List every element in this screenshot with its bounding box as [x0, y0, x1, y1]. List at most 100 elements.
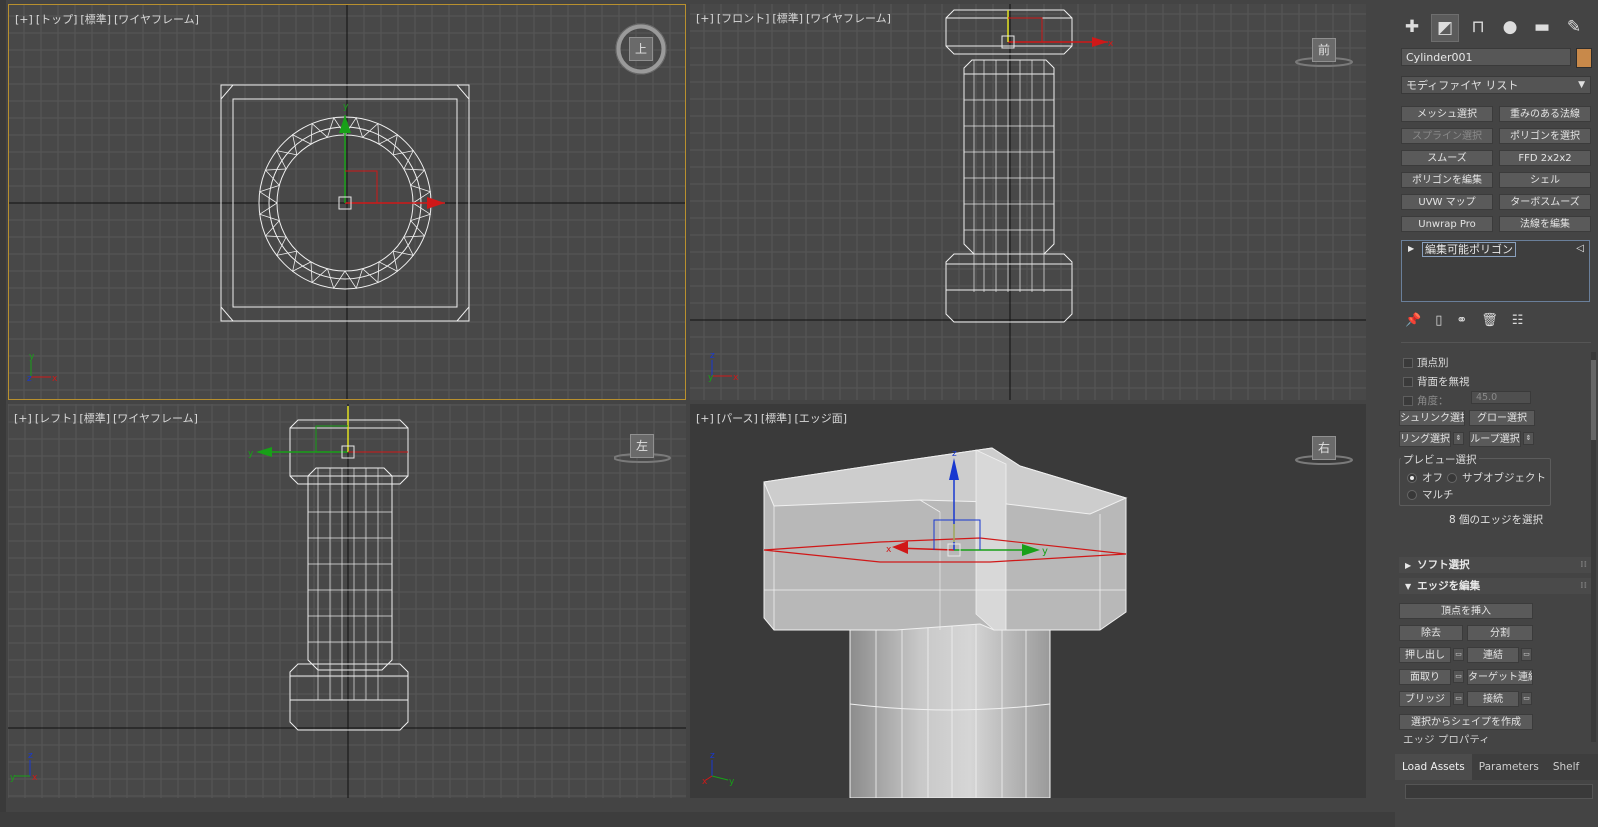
edge-properties-label: エッジ プロパティ — [1403, 734, 1490, 743]
view-cube-face[interactable]: 前 — [1312, 38, 1336, 62]
view-cube-face[interactable]: 左 — [630, 434, 654, 458]
svg-text:z: z — [27, 374, 32, 384]
modifier-button[interactable]: スプライン選択 — [1401, 128, 1493, 144]
viewport-left[interactable]: [+] [レフト] [標準] [ワイヤフレーム] y 左 z y x — [8, 404, 686, 798]
asset-field[interactable] — [1405, 784, 1593, 799]
panel-scrollbar[interactable] — [1591, 352, 1596, 742]
bridge-settings-icon[interactable]: ▭ — [1453, 692, 1464, 705]
modifier-button[interactable]: スムーズ — [1401, 150, 1493, 166]
soft-selection-rollout[interactable]: ▶ ソフト選択 ⁞⁞ — [1399, 557, 1591, 573]
make-unique-icon[interactable]: ⚭ — [1456, 313, 1467, 328]
svg-text:y: y — [1042, 546, 1048, 557]
modifier-button[interactable]: ターボスムーズ — [1499, 194, 1591, 210]
svg-text:z: z — [710, 351, 715, 361]
svg-text:y: y — [10, 773, 16, 783]
shrink-button[interactable]: シュリンク選択 — [1399, 410, 1465, 426]
pin-stack-icon[interactable]: 📌 — [1405, 313, 1421, 328]
ignore-backfacing-checkbox[interactable]: 背面を無視 — [1403, 374, 1470, 389]
svg-text:x: x — [52, 374, 58, 384]
command-panel-tabs: ✚ ◩ ⊓ ● ▬ ✎ — [1399, 14, 1595, 42]
modifier-button[interactable]: UVW マップ — [1401, 194, 1493, 210]
modifier-button[interactable]: シェル — [1499, 172, 1591, 188]
ring-button[interactable]: リング選択 — [1399, 431, 1451, 447]
modifier-buttons: メッシュ選択 重みのある法線 スプライン選択 ポリゴンを選択 スムーズ FFD 2x2x2… — [1401, 106, 1591, 232]
svg-text:x: x — [733, 373, 739, 383]
bridge-button[interactable]: ブリッジ — [1399, 691, 1451, 707]
modifier-list-dropdown[interactable]: モディファイヤ リスト ▼ — [1401, 76, 1591, 94]
modifier-button[interactable]: 法線を編集 — [1499, 216, 1591, 232]
viewport-left-label[interactable]: [+] [レフト] [標準] [ワイヤフレーム] — [14, 410, 201, 426]
viewport-perspective-label[interactable]: [+] [パース] [標準] [エッジ面] — [696, 410, 850, 426]
target-weld-button[interactable]: ターゲット連結 — [1467, 669, 1533, 685]
edit-edges-rollout[interactable]: ▼ エッジを編集 ⁞⁞ — [1399, 578, 1591, 594]
modify-icon[interactable]: ◩ — [1431, 14, 1459, 42]
object-name-field[interactable]: Cylinder001 — [1401, 48, 1571, 66]
svg-text:z: z — [28, 751, 33, 761]
bolt-top-wireframe: y — [220, 84, 470, 322]
left-edge-strip — [0, 0, 6, 827]
motion-icon[interactable]: ● — [1497, 14, 1523, 40]
extrude-button[interactable]: 押し出し — [1399, 647, 1451, 663]
expand-triangle-icon[interactable]: ▶ — [1408, 241, 1414, 257]
modifier-button[interactable]: FFD 2x2x2 — [1499, 150, 1591, 166]
view-cube-face[interactable]: 上 — [629, 37, 653, 61]
show-end-result-icon[interactable]: ▯ — [1435, 313, 1442, 328]
hierarchy-icon[interactable]: ⊓ — [1465, 14, 1491, 40]
modifier-button[interactable]: ポリゴンを編集 — [1401, 172, 1493, 188]
view-cube[interactable]: 右 — [1294, 436, 1354, 468]
viewport-front-label[interactable]: [+] [フロント] [標準] [ワイヤフレーム] — [696, 10, 894, 26]
subobject-indicator-icon: ◁ — [1576, 243, 1584, 254]
ring-spinner-icon[interactable]: ⇕ — [1453, 432, 1464, 445]
loop-button[interactable]: ループ選択 — [1469, 431, 1521, 447]
connect-button[interactable]: 接続 — [1467, 691, 1519, 707]
insert-vertex-button[interactable]: 頂点を挿入 — [1399, 603, 1533, 619]
modifier-button[interactable]: メッシュ選択 — [1401, 106, 1493, 122]
split-button[interactable]: 分割 — [1467, 625, 1533, 641]
svg-text:z: z — [710, 751, 715, 761]
viewport-top-label[interactable]: [+] [トップ] [標準] [ワイヤフレーム] — [15, 11, 202, 27]
object-color-swatch[interactable] — [1576, 48, 1592, 68]
bottom-tab[interactable]: Parameters — [1472, 754, 1546, 780]
utilities-icon[interactable]: ✎ — [1561, 14, 1587, 40]
configure-sets-icon[interactable]: ☷ — [1512, 313, 1524, 328]
preview-subobject-radio[interactable]: サブオブジェクト — [1447, 470, 1546, 485]
preview-off-radio[interactable]: オフ — [1407, 470, 1443, 485]
remove-modifier-icon[interactable]: 🗑 — [1481, 313, 1498, 328]
modifier-button[interactable]: 重みのある法線 — [1499, 106, 1591, 122]
stack-item-editable-poly[interactable]: ▶ 編集可能ポリゴン ◁ — [1402, 241, 1589, 257]
modifier-stack[interactable]: ▶ 編集可能ポリゴン ◁ — [1401, 240, 1590, 302]
weld-settings-icon[interactable]: ▭ — [1521, 648, 1532, 661]
viewport-front[interactable]: [+] [フロント] [標準] [ワイヤフレーム] x 前 z y x — [690, 4, 1366, 400]
modifier-button[interactable]: Unwrap Pro — [1401, 216, 1493, 232]
view-cube-face[interactable]: 右 — [1312, 436, 1336, 460]
view-cube[interactable]: 左 — [613, 434, 674, 466]
viewport-perspective[interactable]: [+] [パース] [標準] [エッジ面] x y z 右 z x y — [690, 404, 1366, 798]
bottom-tab[interactable]: Load Assets — [1395, 754, 1472, 780]
chamfer-button[interactable]: 面取り — [1399, 669, 1451, 685]
connect-settings-icon[interactable]: ▭ — [1521, 692, 1532, 705]
view-cube[interactable]: 前 — [1294, 38, 1354, 70]
bolt-front-wireframe: x — [945, 9, 1114, 323]
create-shape-button[interactable]: 選択からシェイプを作成 — [1399, 714, 1533, 730]
chevron-down-icon: ▼ — [1578, 80, 1585, 90]
grow-button[interactable]: グロー選択 — [1469, 410, 1535, 426]
stack-tools: 📌 ▯ ⚭ 🗑 ☷ — [1405, 310, 1585, 330]
bolt-left-wireframe: y — [248, 406, 409, 731]
display-icon[interactable]: ▬ — [1529, 14, 1555, 40]
chamfer-settings-icon[interactable]: ▭ — [1453, 670, 1464, 683]
remove-button[interactable]: 除去 — [1399, 625, 1463, 641]
modifier-button[interactable]: ポリゴンを選択 — [1499, 128, 1591, 144]
create-icon[interactable]: ✚ — [1399, 14, 1425, 40]
loop-spinner-icon[interactable]: ⇕ — [1523, 432, 1534, 445]
preview-multi-radio[interactable]: マルチ — [1407, 487, 1454, 502]
bottom-tab[interactable]: Shelf — [1546, 754, 1586, 780]
angle-checkbox[interactable]: 角度： — [1403, 393, 1449, 408]
by-vertex-checkbox[interactable]: 頂点別 — [1403, 355, 1449, 370]
angle-spinner[interactable]: 45.0 — [1471, 391, 1531, 404]
extrude-settings-icon[interactable]: ▭ — [1453, 648, 1464, 661]
viewport-top[interactable]: [+] [トップ] [標準] [ワイヤフレーム] y 上 y z x — [8, 4, 686, 400]
view-cube[interactable]: 上 — [615, 23, 667, 75]
svg-text:y: y — [29, 352, 35, 362]
weld-button[interactable]: 連結 — [1467, 647, 1519, 663]
svg-text:y: y — [248, 449, 254, 459]
